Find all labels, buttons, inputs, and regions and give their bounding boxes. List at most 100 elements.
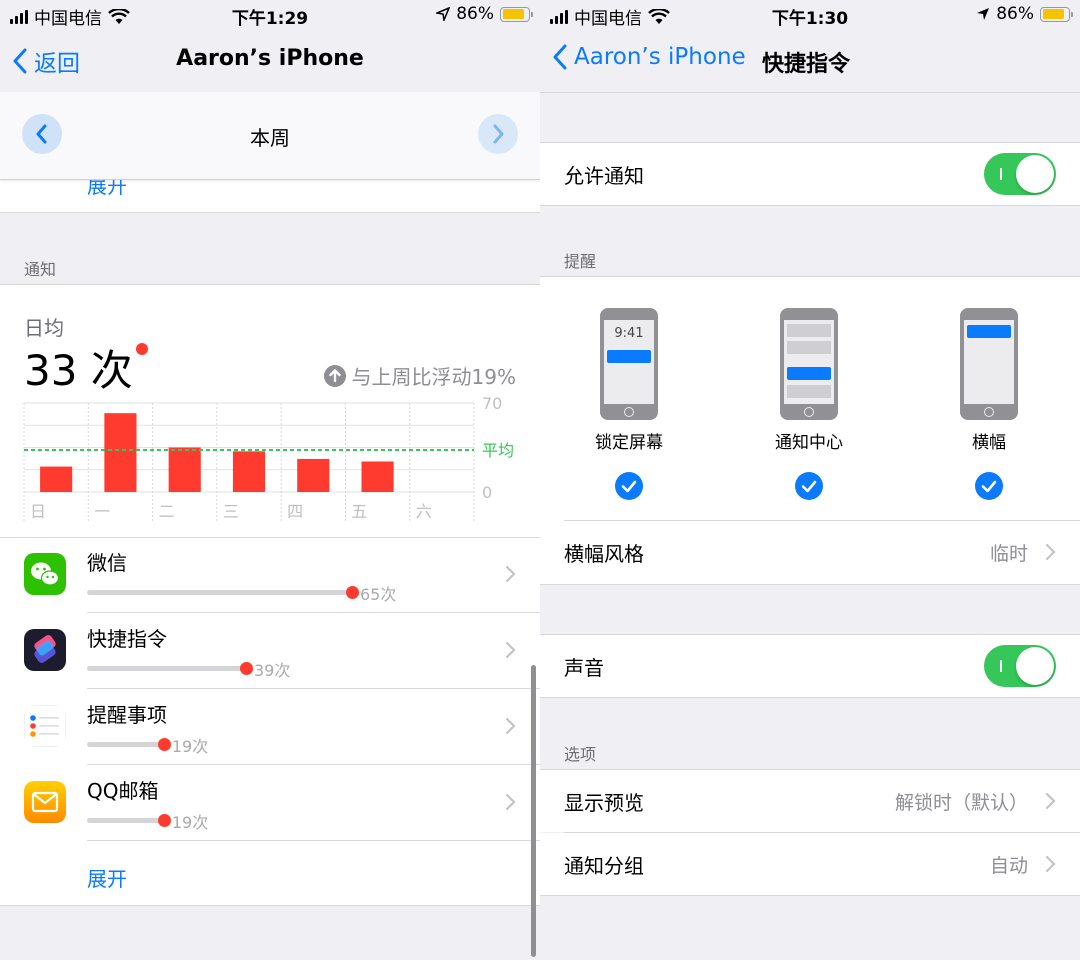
location-icon: [436, 7, 451, 21]
expand-link-bottom[interactable]: 展开: [87, 863, 127, 892]
notification-center-checkmark-icon[interactable]: [795, 472, 823, 500]
lock-screen-checkmark-icon[interactable]: [615, 472, 643, 500]
show-previews-row[interactable]: 显示预览 解锁时（默认）: [540, 770, 1080, 832]
app-name: 提醒事项: [87, 703, 167, 727]
reminders-icon: [24, 705, 66, 747]
usage-dot: [157, 738, 171, 751]
battery-percent: 86%: [456, 4, 494, 24]
app-count: 65次: [360, 585, 397, 604]
chevron-right-icon: [1045, 543, 1056, 561]
y-tick-label: 0: [482, 483, 492, 502]
alert-label: 通知中心: [775, 433, 843, 453]
battery-icon: [1040, 6, 1073, 22]
chevron-right-icon: [505, 793, 516, 811]
app-name: 快捷指令: [87, 627, 167, 651]
app-name: QQ邮箱: [87, 779, 159, 803]
banner-style-value: 临时: [989, 543, 1028, 565]
chevron-left-icon: [553, 44, 567, 70]
shortcuts-icon: [24, 629, 66, 671]
qqmail-icon: [24, 781, 66, 823]
chart-bar: [297, 458, 330, 492]
sounds-label: 声音: [564, 656, 604, 680]
x-tick-label: 六: [416, 502, 432, 521]
page-title: Aaron’s iPhone: [176, 46, 364, 71]
notifications-card: 日均 33 次 与上周比浮动19% 微信 65次 快捷指令 39次 提醒事项 19次 QQ邮…: [0, 285, 540, 905]
banner-style-label: 横幅风格: [564, 542, 644, 566]
average-label: 平均: [482, 441, 514, 460]
scrollbar[interactable]: [531, 665, 536, 957]
usage-bar: [87, 742, 164, 747]
x-tick-label: 日: [30, 502, 46, 521]
x-tick-label: 五: [351, 502, 367, 521]
chevron-right-icon: [505, 641, 516, 659]
app-row[interactable]: 微信 65次: [0, 537, 540, 613]
status-bar: 中国电信 下午1:30 86%: [540, 0, 1080, 30]
app-name: 微信: [87, 551, 127, 575]
app-count: 19次: [171, 737, 209, 756]
nav-bar: 返回 Aaron’s iPhone: [0, 30, 540, 92]
show-previews-label: 显示预览: [564, 791, 644, 815]
chart-bar: [40, 466, 73, 492]
week-selector: 本周: [0, 92, 540, 180]
alert-lock-screen[interactable]: 9:41 锁定屏幕: [569, 308, 689, 453]
battery-percent: 86%: [996, 4, 1034, 24]
usage-dot: [346, 586, 359, 599]
banner-preview-icon: [960, 308, 1018, 420]
section-alerts: 提醒: [564, 252, 597, 271]
alert-label: 锁定屏幕: [595, 433, 663, 453]
shortcuts-notifications-screen: 中国电信 下午1:30 86% Aaron’s iPhone 快捷指令 允许通知…: [540, 0, 1080, 960]
section-notifications: 通知: [24, 260, 57, 279]
sounds-row: 声音: [540, 635, 1080, 697]
notification-grouping-label: 通知分组: [564, 854, 644, 878]
chevron-right-icon: [1045, 855, 1056, 873]
x-tick-label: 三: [223, 502, 239, 521]
next-week-button[interactable]: [478, 114, 518, 154]
chevron-right-icon: [1045, 792, 1056, 810]
x-tick-label: 四: [287, 502, 303, 521]
y-tick-label: 70: [482, 395, 502, 413]
chevron-right-icon: [493, 124, 504, 144]
app-row[interactable]: 提醒事项 19次: [0, 689, 540, 765]
alert-banner[interactable]: 横幅: [929, 308, 1049, 453]
screen-time-screen: 中国电信 下午1:29 86% 返回 Aaron’s iPhone 展开 本周 …: [0, 0, 540, 960]
app-row[interactable]: QQ邮箱 19次: [0, 765, 540, 841]
usage-bar: [87, 590, 352, 595]
chart-bar: [104, 413, 137, 492]
allow-notifications-toggle[interactable]: [984, 153, 1056, 195]
chevron-right-icon: [505, 565, 516, 583]
wechat-icon: [24, 553, 66, 595]
banner-style-row[interactable]: 横幅风格 临时: [540, 521, 1080, 583]
lock-time: 9:41: [614, 326, 644, 341]
chart-bar: [168, 447, 201, 492]
alert-label: 横幅: [972, 433, 1006, 453]
nav-bar: Aaron’s iPhone 快捷指令: [540, 30, 1080, 92]
usage-bar: [87, 818, 164, 823]
arrow-up-circle-icon: [323, 364, 346, 387]
chevron-right-icon: [505, 717, 516, 735]
allow-notifications-row: 允许通知: [540, 143, 1080, 205]
usage-bar: [87, 666, 246, 671]
notification-grouping-row[interactable]: 通知分组 自动: [540, 833, 1080, 895]
page-title: 快捷指令: [762, 52, 851, 77]
daily-average-count: 33 次: [24, 346, 133, 395]
notification-center-preview-icon: [780, 308, 838, 420]
x-tick-label: 二: [159, 502, 175, 521]
sounds-toggle[interactable]: [984, 645, 1056, 687]
location-icon: [977, 8, 990, 20]
week-label: 本周: [250, 126, 290, 150]
x-tick-label: 一: [94, 502, 110, 521]
chart-bar: [232, 451, 266, 492]
alert-notification-center[interactable]: 通知中心: [749, 308, 869, 453]
back-label: Aaron’s iPhone: [574, 44, 746, 70]
lock-screen-preview-icon: 9:41: [600, 308, 658, 420]
usage-dot: [240, 662, 253, 675]
app-count: 39次: [254, 661, 291, 680]
banner-checkmark-icon[interactable]: [975, 472, 1003, 500]
back-button[interactable]: Aaron’s iPhone: [552, 44, 746, 70]
chart-bar: [361, 461, 394, 492]
notifications-chart: 平均 70 0 日 一 二 三 四 五 六: [23, 395, 514, 521]
app-row[interactable]: 快捷指令 39次: [0, 613, 540, 689]
usage-dot: [157, 814, 171, 827]
battery-icon: [500, 6, 533, 22]
status-bar: 中国电信 下午1:29 86%: [0, 0, 540, 30]
